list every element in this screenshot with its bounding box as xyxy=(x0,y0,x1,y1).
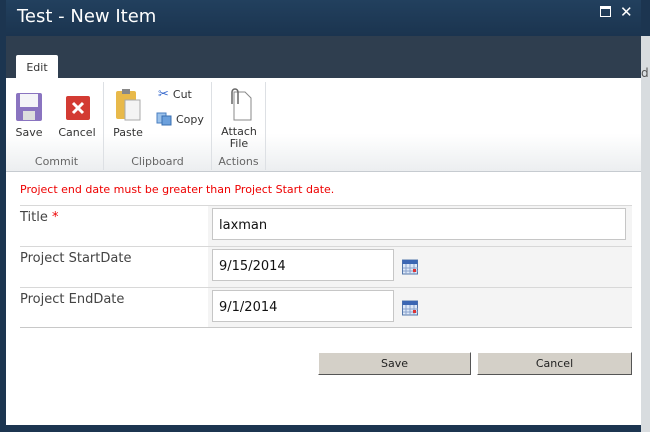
dialog-title: Test - New Item xyxy=(17,6,157,27)
group-commit: Save Cancel Commit xyxy=(10,82,104,170)
group-clipboard: Paste ✂ Cut Copy Clipboard xyxy=(104,82,212,170)
save-button[interactable]: Save xyxy=(318,352,471,375)
calendar-icon[interactable] xyxy=(402,259,418,275)
floppy-save-icon xyxy=(16,93,42,121)
validation-error: Project end date must be greater than Pr… xyxy=(20,183,335,196)
field-cell: 9/15/2014 xyxy=(208,247,632,287)
ribbon-paste-button[interactable]: Paste xyxy=(112,88,144,139)
ribbon: Save Cancel Commit Paste ✂ Cut Copy Clipb… xyxy=(6,78,641,172)
close-icon[interactable]: ✕ xyxy=(620,3,633,21)
title-input[interactable]: laxman xyxy=(212,208,626,240)
ribbon-cut-button[interactable]: ✂ Cut xyxy=(158,87,192,102)
cancel-x-icon xyxy=(66,96,90,120)
page-bg-text: d xyxy=(641,66,649,80)
field-cell: laxman xyxy=(208,206,632,246)
ribbon-save-button[interactable]: Save xyxy=(14,92,44,139)
form-row-end-date: Project EndDate 9/1/2014 xyxy=(20,287,632,328)
cut-label: Cut xyxy=(172,88,192,101)
paste-label: Paste xyxy=(113,126,143,139)
ribbon-cancel-button[interactable]: Cancel xyxy=(54,92,100,139)
cancel-button[interactable]: Cancel xyxy=(477,352,632,375)
group-label-actions: Actions xyxy=(218,155,259,168)
ribbon-tabs: Edit xyxy=(6,36,641,79)
form-divider xyxy=(20,327,632,328)
end-date-label: Project EndDate xyxy=(20,292,125,307)
calendar-icon[interactable] xyxy=(402,300,418,316)
scissors-icon: ✂ xyxy=(158,87,169,102)
attach-paperclip-icon xyxy=(231,88,252,121)
group-label-clipboard: Clipboard xyxy=(131,155,184,168)
copy-icon xyxy=(156,112,172,126)
start-date-label: Project StartDate xyxy=(20,251,132,266)
file-label: File xyxy=(229,137,249,150)
group-label-commit: Commit xyxy=(34,155,79,168)
tab-edit[interactable]: Edit xyxy=(16,55,58,79)
page-background: d xyxy=(641,36,650,432)
paste-clipboard-icon xyxy=(116,89,141,121)
copy-label: Copy xyxy=(176,112,204,126)
field-cell: 9/1/2014 xyxy=(208,288,632,328)
start-date-input[interactable]: 9/15/2014 xyxy=(212,249,394,281)
save-label: Save xyxy=(15,126,43,139)
ribbon-copy-button[interactable]: Copy xyxy=(156,112,204,126)
title-bar: Test - New Item ✕ xyxy=(6,0,641,36)
maximize-icon[interactable] xyxy=(600,6,611,21)
cancel-label: Cancel xyxy=(58,126,96,139)
group-actions: Attach File Actions xyxy=(212,82,266,170)
form-row-title: Title * laxman xyxy=(20,205,632,246)
end-date-input[interactable]: 9/1/2014 xyxy=(212,290,394,322)
form-body: Project end date must be greater than Pr… xyxy=(6,172,641,425)
form-row-start-date: Project StartDate 9/15/2014 xyxy=(20,246,632,287)
required-asterisk: * xyxy=(52,210,59,225)
field-label: Title * xyxy=(20,210,59,225)
title-label: Title xyxy=(20,210,48,225)
ribbon-attach-file-button[interactable]: Attach File xyxy=(218,88,260,150)
